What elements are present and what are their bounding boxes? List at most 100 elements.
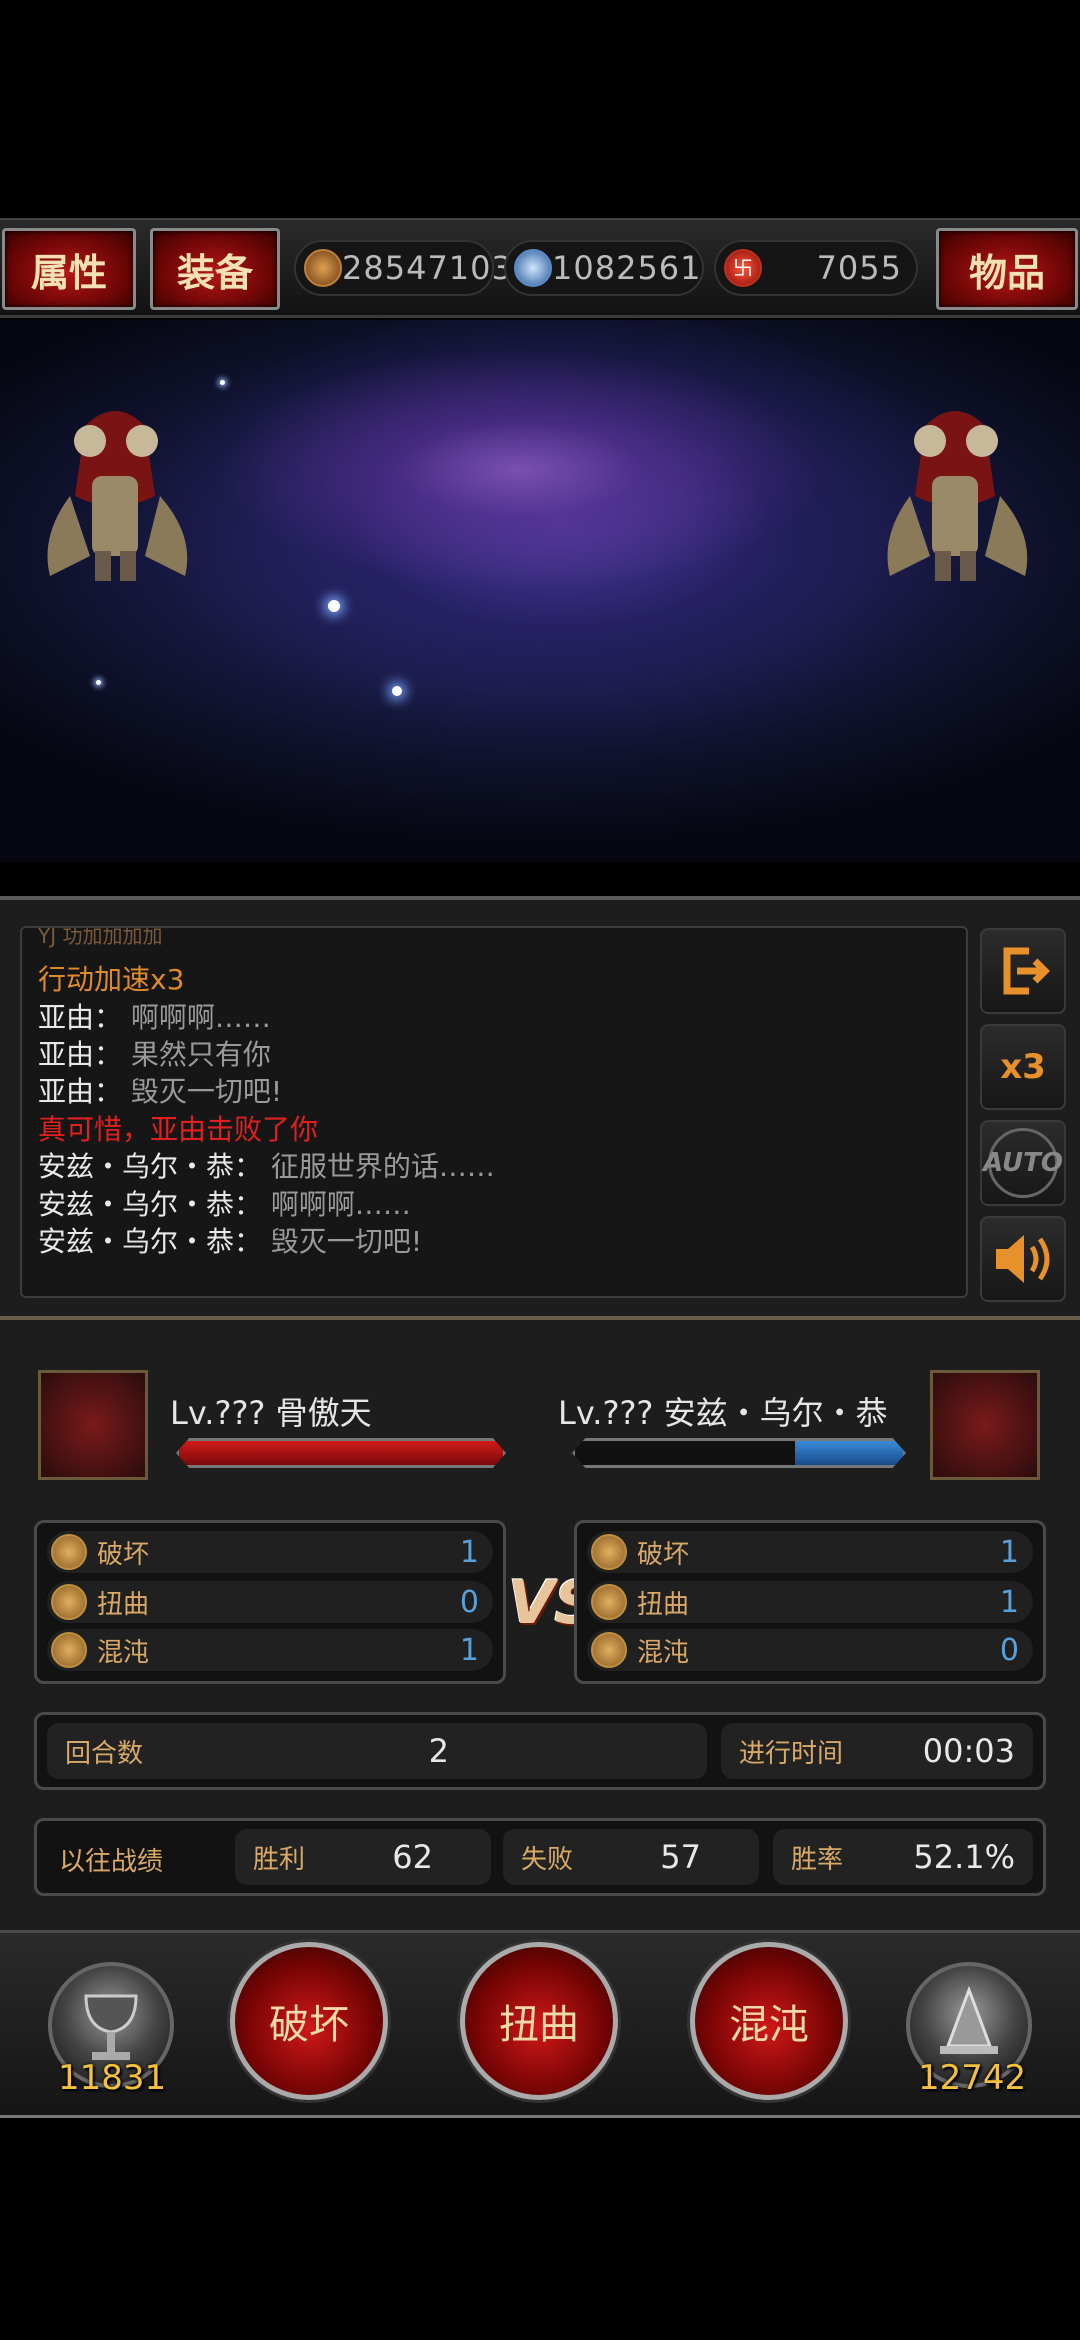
stat-value: 0	[999, 1632, 1019, 1668]
exit-button[interactable]	[980, 928, 1066, 1014]
skull-value: 1082561	[552, 249, 702, 287]
stat-value: 1	[999, 1534, 1019, 1570]
history-label: 以往战绩	[59, 1847, 164, 1877]
time-label: 进行时间	[739, 1738, 844, 1769]
stat-label: 扭曲	[97, 1589, 150, 1620]
destroy-icon	[51, 1534, 87, 1570]
stat-row: 破坏 1	[587, 1531, 1033, 1573]
stat-row: 破坏 1	[47, 1531, 493, 1573]
speaker-icon	[996, 1235, 1050, 1283]
log-message: 果然只有你	[130, 1038, 271, 1071]
loss-label: 失败	[521, 1844, 574, 1875]
player-stats: 破坏 1 扭曲 0 混沌 1	[34, 1520, 506, 1684]
round-value: 2	[428, 1732, 449, 1770]
red-value: 7055	[816, 249, 902, 287]
stat-row: 混沌 0	[587, 1629, 1033, 1671]
opponent-portrait[interactable]	[930, 1370, 1040, 1480]
player-hp-fill	[179, 1441, 503, 1465]
left-count: 11831	[58, 2058, 167, 2098]
chaos-icon	[591, 1632, 627, 1668]
opponent-monster[interactable]	[870, 386, 1040, 586]
round-label: 回合数	[65, 1738, 144, 1769]
equipment-button[interactable]: 装备	[150, 228, 280, 310]
player-portrait[interactable]	[38, 1370, 148, 1480]
battle-scene	[0, 320, 1080, 862]
distort-icon	[51, 1584, 87, 1620]
gold-value: 28547103	[342, 249, 513, 287]
losses: 失败 57	[503, 1829, 759, 1885]
loss-value: 57	[660, 1838, 701, 1876]
red-swastika-icon: 卐	[724, 249, 762, 287]
history-bar: 以往战绩 胜利 62 失败 57 胜率 52.1%	[34, 1818, 1046, 1896]
log-text: 行动加速x3	[38, 963, 185, 996]
stat-label: 破坏	[97, 1539, 150, 1570]
log-line: 真可惜，亚由击败了你	[38, 1108, 318, 1148]
stat-label: 混沌	[637, 1637, 690, 1668]
log-message: 啊啊啊……	[270, 1188, 411, 1221]
log-message: 毁灭一切吧!	[270, 1225, 423, 1258]
log-text: 真可惜，亚由击败了你	[38, 1113, 319, 1146]
speed-button[interactable]: x3	[980, 1024, 1066, 1110]
stat-value: 1	[459, 1632, 479, 1668]
divider	[0, 1316, 1080, 1320]
opponent-stats: 破坏 1 扭曲 1 混沌 0	[574, 1520, 1046, 1684]
log-partial-line: YJ 功加加加加	[38, 926, 163, 948]
stat-row: 混沌 1	[47, 1629, 493, 1671]
log-line: 亚由： 果然只有你	[38, 1033, 271, 1073]
round-count: 回合数 2	[47, 1723, 707, 1779]
log-line: 安兹・乌尔・恭： 啊啊啊……	[38, 1183, 411, 1223]
star	[220, 380, 225, 385]
win-value: 62	[392, 1838, 433, 1876]
stat-row: 扭曲 1	[587, 1581, 1033, 1623]
opponent-hp-fill	[794, 1441, 903, 1465]
stat-value: 1	[999, 1584, 1019, 1620]
star	[96, 680, 101, 685]
exit-icon	[1003, 947, 1050, 995]
battle-log[interactable]: YJ 功加加加加 行动加速x3 亚由： 啊啊啊…… 亚由： 果然只有你 亚由： …	[20, 926, 968, 1298]
log-speaker: 亚由：	[38, 1075, 123, 1108]
star	[328, 600, 340, 612]
log-message: 毁灭一切吧!	[130, 1075, 283, 1108]
gold-coin-icon	[304, 249, 342, 287]
stat-value: 0	[459, 1584, 479, 1620]
top-bar: 属性 装备 28547103 1082561 卐 7055 物品	[0, 218, 1080, 318]
time-value: 00:03	[922, 1732, 1015, 1770]
player-hp-bar	[176, 1438, 506, 1468]
stat-row: 扭曲 0	[47, 1581, 493, 1623]
blue-skull-icon	[514, 249, 552, 287]
sound-button[interactable]	[980, 1216, 1066, 1302]
chaos-action-button[interactable]: 混沌	[690, 1942, 848, 2100]
log-speaker: 亚由：	[38, 1038, 123, 1071]
elapsed-time: 进行时间 00:03	[721, 1723, 1033, 1779]
chaos-icon	[51, 1632, 87, 1668]
destroy-action-button[interactable]: 破坏	[230, 1942, 388, 2100]
auto-button[interactable]: AUTO	[980, 1120, 1066, 1206]
attributes-button[interactable]: 属性	[2, 228, 136, 310]
opponent-name: Lv.??? 安兹・乌尔・恭	[558, 1394, 888, 1432]
log-message: 征服世界的话……	[270, 1150, 495, 1183]
right-count: 12742	[918, 2058, 1027, 2098]
round-bar: 回合数 2 进行时间 00:03	[34, 1712, 1046, 1790]
rate-value: 52.1%	[913, 1838, 1015, 1876]
log-line: 行动加速x3	[38, 958, 184, 998]
rate-label: 胜率	[791, 1844, 844, 1875]
log-speaker: 亚由：	[38, 1001, 123, 1034]
log-line: 亚由： 毁灭一切吧!	[38, 1070, 282, 1110]
items-button[interactable]: 物品	[936, 228, 1078, 310]
log-message: 啊啊啊……	[130, 1001, 271, 1034]
distort-icon	[591, 1584, 627, 1620]
log-speaker: 安兹・乌尔・恭：	[38, 1225, 263, 1258]
log-speaker: 安兹・乌尔・恭：	[38, 1188, 263, 1221]
skull-resource: 1082561	[504, 240, 704, 296]
win-label: 胜利	[253, 1844, 306, 1875]
stat-label: 破坏	[637, 1539, 690, 1570]
player-monster[interactable]	[30, 386, 200, 586]
red-resource: 卐 7055	[714, 240, 918, 296]
destroy-icon	[591, 1534, 627, 1570]
auto-icon: AUTO	[983, 1128, 1063, 1198]
gold-resource: 28547103	[294, 240, 512, 296]
distort-action-button[interactable]: 扭曲	[460, 1942, 618, 2100]
stat-label: 扭曲	[637, 1589, 690, 1620]
star	[392, 686, 402, 696]
player-name: Lv.??? 骨傲天	[170, 1394, 372, 1432]
